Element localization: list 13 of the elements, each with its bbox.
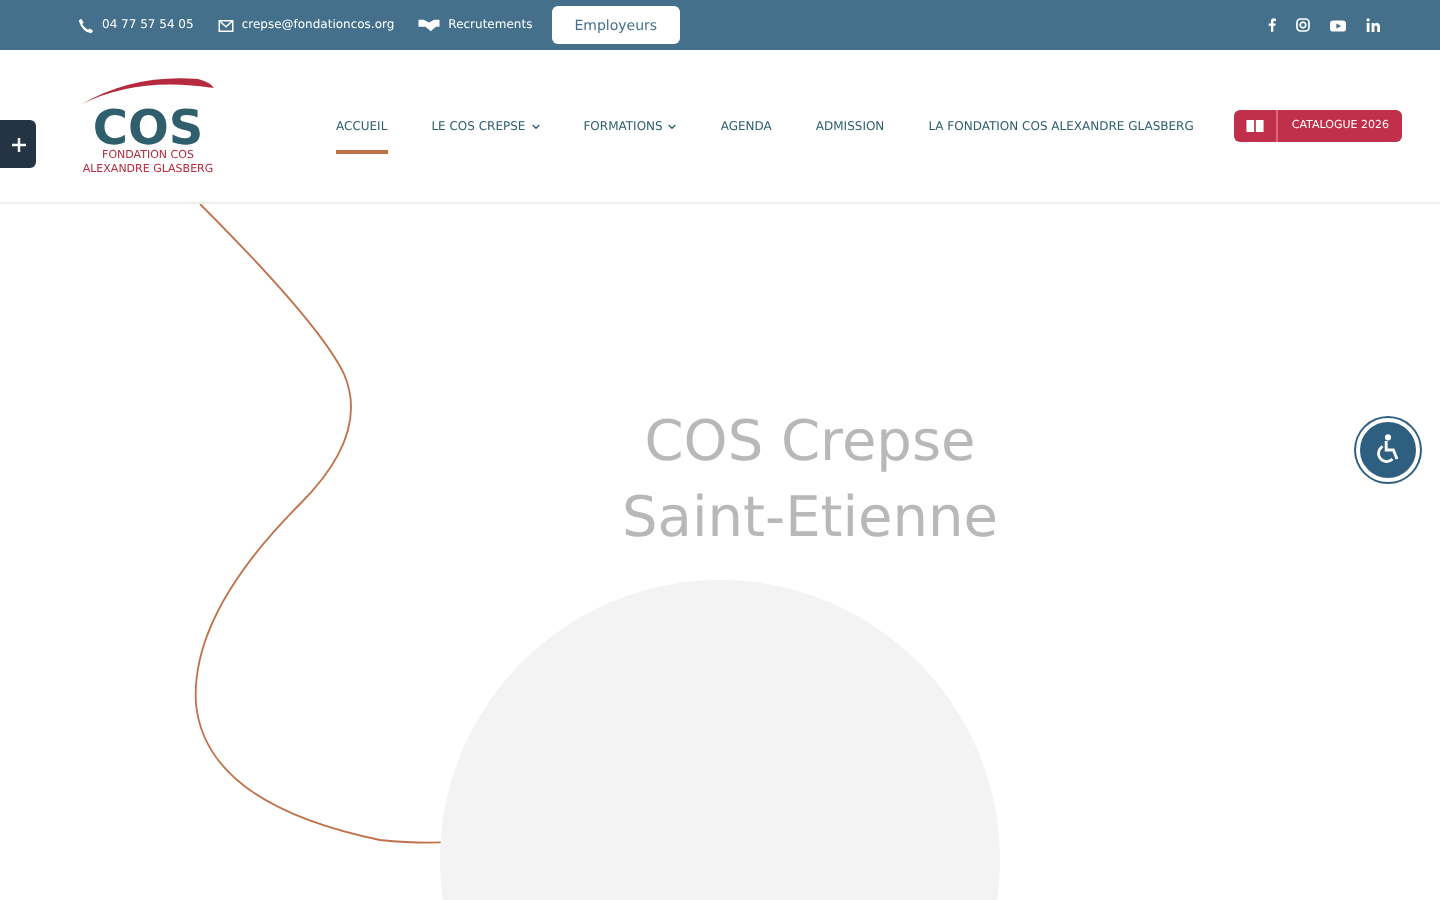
handshake-icon <box>418 18 441 32</box>
expand-button[interactable] <box>0 120 36 168</box>
plus-icon <box>11 137 25 151</box>
instagram-icon[interactable] <box>1296 18 1310 32</box>
hero-title: Saint-Etienne <box>622 482 998 554</box>
youtube-icon[interactable] <box>1330 19 1346 31</box>
mail-icon <box>217 19 234 31</box>
facebook-icon[interactable] <box>1268 18 1276 32</box>
logo-name: COS <box>92 105 204 149</box>
linkedin-icon[interactable] <box>1366 18 1380 32</box>
accessibility-button[interactable] <box>1356 418 1420 482</box>
phone-icon <box>78 17 94 33</box>
hero-title: COS Crepse <box>644 406 976 478</box>
